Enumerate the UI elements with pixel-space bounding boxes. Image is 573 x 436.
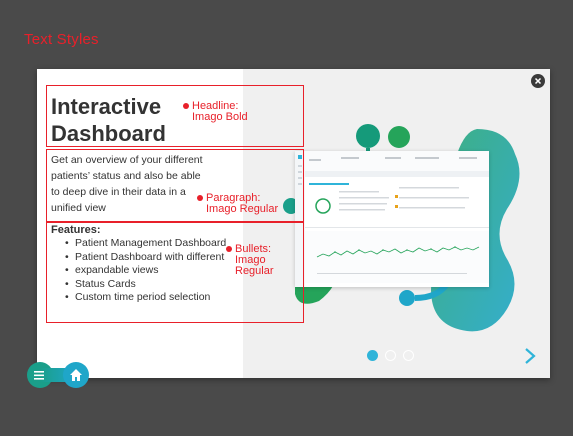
annotation-dot xyxy=(197,195,203,201)
headline-line: Dashboard xyxy=(51,121,166,146)
hamburger-menu-icon xyxy=(34,371,44,380)
features-list: Patient Management Dashboard Patient Das… xyxy=(65,237,226,305)
feature-item: Patient Management Dashboard xyxy=(65,237,226,251)
paragraph-style-annotation: Paragraph: Imago Regular xyxy=(197,193,279,215)
feature-item-continuation: expandable views xyxy=(65,264,226,278)
info-slide: Interactive Dashboard Get an overview of… xyxy=(37,69,550,378)
feature-item: Patient Dashboard with different xyxy=(65,251,226,265)
paragraph-line: Get an overview of your different xyxy=(51,154,203,166)
annotation-dot xyxy=(226,246,232,252)
annotation-line: Regular xyxy=(235,265,274,277)
feature-item: Custom time period selection xyxy=(65,291,226,305)
carousel-dot-3[interactable] xyxy=(403,350,414,361)
feature-item: Status Cards xyxy=(65,278,226,292)
headline-line: Interactive xyxy=(51,94,162,119)
paragraph-line: patients’ status and also be able xyxy=(51,170,201,182)
carousel-dot-1[interactable] xyxy=(367,350,378,361)
chevron-right-icon xyxy=(525,348,536,364)
carousel-dot-2[interactable] xyxy=(385,350,396,361)
home-icon xyxy=(70,369,82,381)
close-button[interactable] xyxy=(531,74,545,88)
dashboard-preview-image xyxy=(295,151,489,287)
features-title: Features: xyxy=(51,224,101,236)
slide-headline: Interactive Dashboard xyxy=(51,93,166,147)
bullets-style-annotation: Bullets: Imago Regular xyxy=(226,244,274,277)
dashboard-preview-graphic xyxy=(295,151,489,287)
annotation-line: Imago Regular xyxy=(206,203,279,215)
headline-style-annotation: Headline: Imago Bold xyxy=(183,101,248,123)
menu-button[interactable] xyxy=(32,368,48,382)
bottom-nav xyxy=(26,360,98,390)
home-button[interactable] xyxy=(68,367,84,383)
annotation-line: Imago Bold xyxy=(192,111,248,123)
feature-item-text: expandable views xyxy=(75,264,159,276)
next-slide-button[interactable] xyxy=(524,347,536,367)
annotation-dot xyxy=(183,103,189,109)
page-heading: Text Styles xyxy=(24,31,99,48)
close-icon xyxy=(534,77,542,85)
